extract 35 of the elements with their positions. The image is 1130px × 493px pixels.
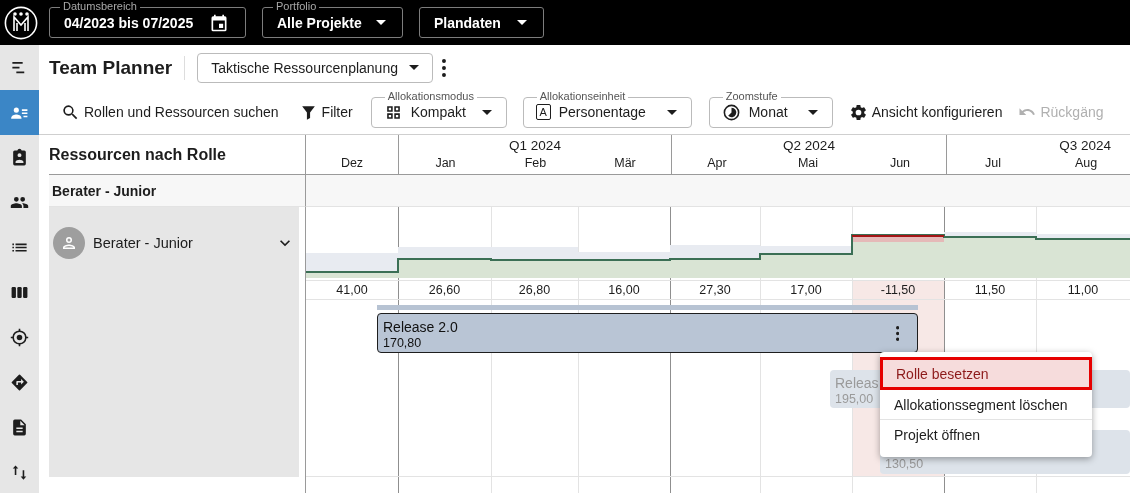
- field-label: Allokationseinheit: [536, 90, 629, 102]
- quarter-label: Q3 2024: [1058, 137, 1112, 155]
- month-label: Feb: [523, 155, 548, 172]
- value-cell-text: 16,00: [607, 282, 641, 299]
- field-label: Portfolio: [273, 0, 320, 12]
- bar-title: Releas: [835, 374, 879, 392]
- field-label: Datumsbereich: [60, 0, 140, 12]
- value-cell-text: 17,00: [789, 282, 823, 299]
- month-label: Dez: [339, 155, 365, 172]
- value-cell-text: 41,00: [335, 282, 369, 299]
- month-label: Jun: [888, 155, 912, 172]
- value-cell-text: 26,80: [517, 282, 552, 299]
- letter-icon: A: [535, 104, 551, 120]
- value-cell-text: 26,60: [427, 282, 462, 299]
- bar-amount: 130,50: [885, 457, 924, 472]
- bar-amount: 195,00: [835, 392, 874, 407]
- quarter-label: Q2 2024: [782, 137, 836, 155]
- bar-amount: 170,80: [383, 336, 422, 351]
- month-label: Mär: [613, 155, 637, 172]
- field-label: Allokationsmodus: [384, 90, 477, 102]
- page-title: Team Planner: [49, 56, 173, 79]
- value-cell-text: -11,50: [879, 282, 917, 299]
- bar-title: Release 2.0: [383, 318, 458, 336]
- value-cell-text: 11,50: [973, 282, 1007, 299]
- value-cell-text: 11,00: [1066, 282, 1100, 299]
- month-label: Jul: [984, 155, 1002, 172]
- group-label: Berater - Junior: [49, 175, 306, 207]
- month-label: Mai: [796, 155, 820, 172]
- month-label: Jan: [434, 155, 457, 172]
- value-cell-text: 27,30: [698, 282, 732, 299]
- month-label: Apr: [706, 155, 728, 172]
- resource-name: Berater - Junior: [93, 235, 194, 251]
- field-label: Zoomstufe: [722, 90, 781, 102]
- quarter-label: Q1 2024: [508, 137, 562, 155]
- month-label: Aug: [1073, 155, 1099, 172]
